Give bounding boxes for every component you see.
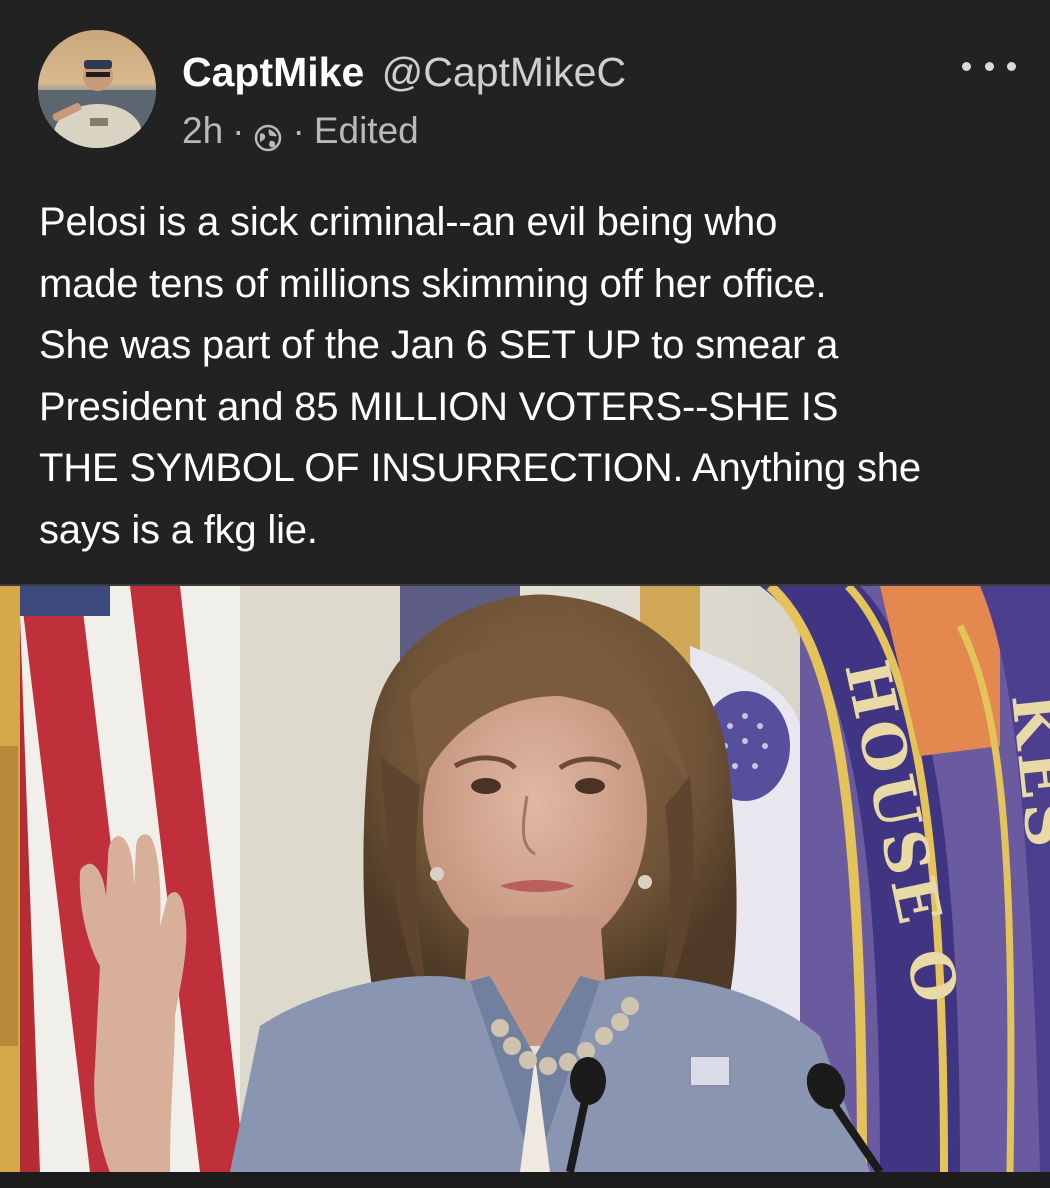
- post-time[interactable]: 2h: [182, 108, 223, 154]
- post-text-line: made tens of millions skimming off her o…: [39, 261, 827, 306]
- post-header: CaptMike @CaptMikeC 2h · · Edited: [0, 0, 1050, 170]
- author-handle[interactable]: @CaptMikeC: [382, 49, 626, 95]
- avatar-photo: [38, 30, 156, 148]
- more-options-button[interactable]: [962, 46, 1016, 86]
- post-card: CaptMike @CaptMikeC 2h · · Edited Pelosi…: [0, 0, 1050, 1188]
- post-body-text: Pelosi is a sick criminal--an evil being…: [39, 192, 1029, 561]
- more-horizontal-icon: [962, 61, 971, 71]
- more-horizontal-icon: [1007, 61, 1016, 71]
- post-meta: 2h · · Edited: [182, 108, 419, 154]
- more-horizontal-icon: [984, 61, 994, 71]
- post-text-line: says is a fkg lie.: [39, 507, 318, 552]
- post-text-line: Pelosi is a sick criminal--an evil being…: [39, 200, 778, 244]
- post-text-line: She was part of the Jan 6 SET UP to smea…: [39, 323, 839, 367]
- meta-separator: ·: [232, 110, 245, 151]
- press-conference-photo: HOUSE O KES: [0, 586, 1050, 1172]
- edited-label[interactable]: Edited: [314, 108, 419, 154]
- post-text-line: THE SYMBOL OF INSURRECTION. Anything she: [39, 446, 921, 490]
- author-line: CaptMike @CaptMikeC: [182, 48, 626, 96]
- author-avatar[interactable]: [38, 30, 156, 148]
- post-image[interactable]: HOUSE O KES: [0, 586, 1050, 1172]
- author-display-name[interactable]: CaptMike: [182, 49, 364, 95]
- globe-icon: [253, 118, 283, 152]
- post-text-line: President and 85 MILLION VOTERS--SHE IS: [39, 384, 839, 429]
- bottom-bar: [0, 1172, 1050, 1188]
- meta-separator: ·: [292, 110, 305, 151]
